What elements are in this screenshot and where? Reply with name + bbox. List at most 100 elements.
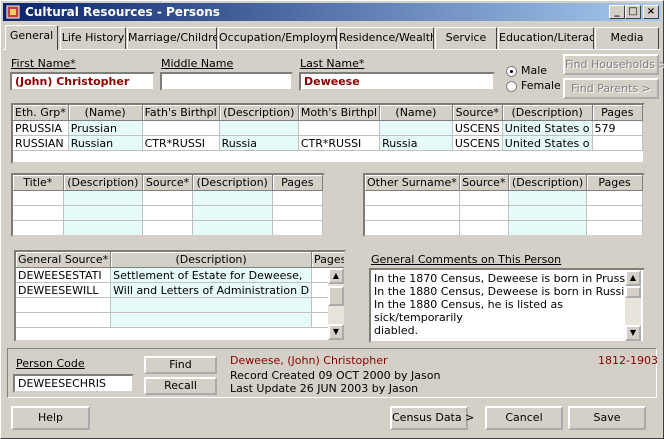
column-header[interactable]: Moth's Birthpl <box>298 105 381 121</box>
table-cell[interactable] <box>365 190 460 206</box>
table-cell[interactable] <box>586 220 643 235</box>
source-scrollbar[interactable]: ▲ ▼ <box>328 268 344 340</box>
table-row[interactable] <box>365 205 643 221</box>
table-row[interactable] <box>16 312 344 328</box>
tab-media[interactable]: Media <box>595 27 659 49</box>
column-header[interactable]: (Name) <box>68 105 143 121</box>
table-row[interactable] <box>365 220 643 235</box>
tab-education-literacy[interactable]: Education/Literacy <box>498 27 594 49</box>
table-cell[interactable] <box>142 205 193 221</box>
column-header[interactable]: (Description) <box>219 105 299 121</box>
tab-general[interactable]: General <box>5 25 58 50</box>
table-cell[interactable]: Russian <box>68 135 143 151</box>
tab-residence-wealth[interactable]: Residence/Wealth <box>338 27 434 49</box>
column-header[interactable]: Pages <box>272 175 323 191</box>
table-cell[interactable] <box>272 205 323 221</box>
table-cell[interactable]: USCENS <box>452 120 503 136</box>
table-cell[interactable] <box>219 120 299 136</box>
ethnic-group-grid[interactable]: Eth. Grp* (Name) Fath's Birthpl (Descriptio… <box>11 103 645 164</box>
table-cell[interactable] <box>63 190 144 206</box>
table-cell[interactable] <box>586 190 643 206</box>
table-cell[interactable] <box>13 220 64 235</box>
column-header[interactable]: General Source* <box>16 252 112 268</box>
table-cell[interactable] <box>459 190 509 206</box>
find-button[interactable]: Find <box>144 356 217 374</box>
column-header[interactable]: Other Surname* <box>365 175 460 191</box>
table-cell[interactable] <box>13 190 64 206</box>
other-surname-grid[interactable]: Other Surname* Source* (Description) Pages <box>363 173 645 237</box>
table-row[interactable] <box>13 190 323 206</box>
female-radio[interactable] <box>506 81 517 92</box>
table-row[interactable] <box>13 220 323 235</box>
column-header[interactable]: (Name) <box>379 105 453 121</box>
tab-life-history[interactable]: Life History <box>60 27 126 49</box>
table-cell[interactable]: USCENS <box>452 135 503 151</box>
table-row[interactable] <box>16 297 344 313</box>
table-cell[interactable]: DEWEESESTATI <box>16 267 112 283</box>
column-header[interactable]: Fath's Birthpl <box>142 105 220 121</box>
column-header[interactable]: Title* <box>13 175 64 191</box>
table-cell[interactable]: Russia <box>379 135 453 151</box>
table-cell[interactable] <box>379 120 453 136</box>
maximize-button[interactable]: □ <box>625 5 641 19</box>
table-cell[interactable] <box>365 220 460 235</box>
column-header[interactable]: (Description) <box>192 175 273 191</box>
table-cell[interactable]: Will and Letters of Administration D <box>110 282 313 298</box>
table-cell[interactable] <box>192 220 273 235</box>
table-cell[interactable] <box>586 205 643 221</box>
scroll-up-arrow[interactable]: ▲ <box>328 268 344 284</box>
table-cell[interactable]: CTR*RUSSI <box>142 135 220 151</box>
table-cell[interactable] <box>459 205 509 221</box>
table-cell[interactable]: PRUSSIA <box>13 120 69 136</box>
column-header[interactable]: Source* <box>459 175 509 191</box>
column-header[interactable]: (Description) <box>502 105 593 121</box>
scroll-down-arrow[interactable]: ▼ <box>625 325 641 341</box>
general-source-grid[interactable]: General Source* (Description) Pages DEWEES… <box>14 250 346 342</box>
table-cell[interactable] <box>192 205 273 221</box>
table-cell[interactable] <box>13 205 64 221</box>
close-button[interactable]: × <box>643 5 659 19</box>
table-row[interactable] <box>365 190 643 206</box>
table-cell[interactable] <box>592 135 643 151</box>
census-data-button[interactable]: Census Data > <box>390 406 474 430</box>
table-cell[interactable]: United States o <box>502 135 593 151</box>
table-cell[interactable] <box>16 297 112 313</box>
table-row[interactable] <box>13 205 323 221</box>
tab-service[interactable]: Service <box>435 27 497 49</box>
middle-name-field[interactable] <box>160 72 293 91</box>
table-cell[interactable] <box>16 312 112 328</box>
minimize-button[interactable]: _ <box>609 5 625 19</box>
find-parents-button[interactable]: Find Parents > <box>563 78 659 99</box>
title-grid[interactable]: Title* (Description) Source* (Description) P… <box>11 173 325 237</box>
scroll-down-arrow[interactable]: ▼ <box>328 324 344 340</box>
table-cell[interactable] <box>142 220 193 235</box>
table-cell[interactable] <box>272 190 323 206</box>
table-cell[interactable]: RUSSIAN <box>13 135 69 151</box>
table-cell[interactable]: United States o <box>502 120 593 136</box>
tab-marriage-children[interactable]: Marriage/Children <box>127 27 217 49</box>
table-cell[interactable] <box>110 297 313 313</box>
table-cell[interactable] <box>459 220 509 235</box>
table-cell[interactable] <box>365 205 460 221</box>
table-cell[interactable] <box>63 220 144 235</box>
tab-occupation-employment[interactable]: Occupation/Employment <box>218 27 337 49</box>
find-households-button[interactable]: Find Households > <box>563 54 664 75</box>
cancel-button[interactable]: Cancel <box>485 406 563 430</box>
title-bar[interactable]: Cultural Resources - Persons _ □ × <box>3 3 661 21</box>
table-cell[interactable] <box>508 190 588 206</box>
table-cell[interactable]: Russia <box>219 135 299 151</box>
table-cell[interactable] <box>192 190 273 206</box>
table-cell[interactable] <box>508 220 588 235</box>
save-button[interactable]: Save <box>568 406 646 430</box>
table-cell[interactable] <box>298 120 381 136</box>
scroll-thumb[interactable] <box>328 286 344 306</box>
last-name-field[interactable]: Deweese <box>299 72 495 91</box>
table-cell[interactable]: Prussian <box>68 120 143 136</box>
table-row[interactable]: DEWEESEWILL Will and Letters of Administr… <box>16 282 344 298</box>
person-code-field[interactable]: DEWEESECHRIS <box>13 374 134 393</box>
table-cell[interactable]: DEWEESEWILL <box>16 282 112 298</box>
comments-textarea[interactable]: In the 1870 Census, Deweese is born in P… <box>369 268 645 343</box>
scroll-thumb[interactable] <box>625 286 641 298</box>
table-row[interactable]: PRUSSIA Prussian USCENS United States o 579 <box>13 120 643 136</box>
column-header[interactable]: Source* <box>452 105 503 121</box>
